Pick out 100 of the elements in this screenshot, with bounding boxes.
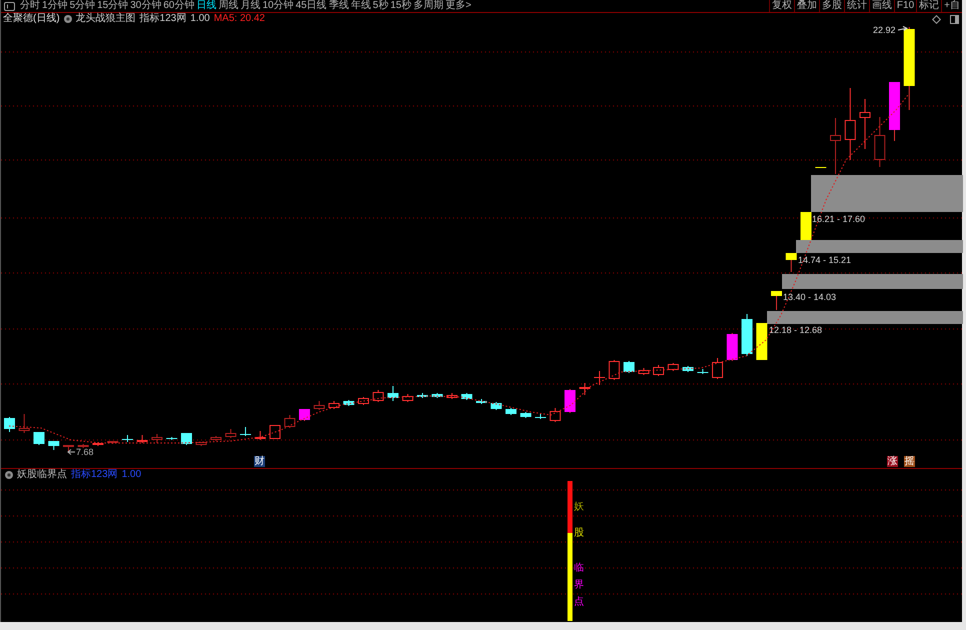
candlestick <box>372 390 384 402</box>
period-tab[interactable]: 5分钟 <box>70 1 96 11</box>
period-tab[interactable]: 10分钟 <box>262 1 294 11</box>
candlestick <box>388 386 398 402</box>
period-tab[interactable]: 45日线 <box>296 1 327 11</box>
chart-title: 全聚德(日线) <box>3 14 60 24</box>
candlestick <box>417 392 428 398</box>
candlestick <box>18 414 30 434</box>
candlestick <box>874 116 886 168</box>
candlestick <box>506 408 516 416</box>
candlestick <box>63 445 74 452</box>
candlestick <box>814 167 827 168</box>
candlestick <box>564 388 576 414</box>
candlestick <box>771 291 782 310</box>
toolbar-button[interactable]: 叠加 <box>794 0 819 12</box>
period-tab[interactable]: 5秒 <box>372 1 388 11</box>
candlestick <box>240 426 252 436</box>
price-zone-label: 12.18 - 12.68 <box>769 325 822 335</box>
candlestick <box>122 434 134 442</box>
candlestick <box>594 370 606 386</box>
candlestick <box>461 392 472 400</box>
toolbar-button[interactable]: 画线 <box>868 0 894 12</box>
indicator-param: 1.00 <box>190 14 210 24</box>
candlestick <box>726 332 738 362</box>
candlestick <box>4 416 15 432</box>
toolbar-button[interactable]: F10 <box>894 0 916 12</box>
signal-character: 临 <box>574 562 584 574</box>
price-zone-label: 14.74 - 15.21 <box>798 255 852 265</box>
price-zone-label: 13.40 - 14.03 <box>783 292 836 302</box>
candlestick <box>476 398 487 404</box>
candlestick <box>107 441 118 444</box>
candlestick <box>682 366 694 372</box>
candlestick <box>608 360 620 380</box>
period-tab[interactable]: 更多> <box>445 1 472 11</box>
period-tab[interactable]: 周线 <box>218 1 238 11</box>
candlestick <box>860 98 870 150</box>
arrow-icon <box>898 26 908 31</box>
candlestick <box>638 368 650 376</box>
candlestick <box>579 382 590 396</box>
candlestick <box>314 400 325 410</box>
candlestick <box>800 212 812 240</box>
settings-icon[interactable] <box>64 15 72 23</box>
candlestick <box>742 314 752 356</box>
toolbar-button[interactable]: +自 <box>941 0 962 12</box>
candlestick <box>830 118 841 174</box>
period-tab[interactable]: 60分钟 <box>163 1 194 11</box>
candlestick <box>284 414 296 428</box>
period-tab[interactable]: 30分钟 <box>130 1 162 11</box>
candlestick <box>34 432 44 446</box>
candlestick <box>668 362 679 372</box>
event-tag[interactable]: 涨 <box>887 456 898 467</box>
diamond-icon[interactable] <box>932 14 941 24</box>
candlestick <box>756 323 768 360</box>
toolbar-button[interactable]: 复权 <box>768 0 794 12</box>
candlestick <box>490 402 502 410</box>
high-price-label: 22.92 <box>873 25 896 35</box>
candlestick <box>432 392 443 398</box>
period-tab[interactable]: 日线 <box>196 1 216 11</box>
toolbar-button[interactable]: 多股 <box>818 0 844 12</box>
candlestick <box>254 430 266 440</box>
indicator-source: 指标123网 <box>140 14 186 24</box>
period-tab[interactable]: 多周期 <box>413 1 444 11</box>
candlestick <box>624 360 634 374</box>
event-tag[interactable]: 财 <box>254 456 265 467</box>
indicator-name: 龙头战狼主图 <box>76 14 136 24</box>
candlestick <box>446 392 458 400</box>
period-tab[interactable]: 月线 <box>240 1 260 11</box>
event-tag[interactable]: 摇 <box>904 456 915 467</box>
period-tab[interactable]: 季线 <box>328 1 349 11</box>
candlestick <box>196 442 207 446</box>
candlestick <box>786 253 797 272</box>
panel-toggle-icon[interactable] <box>950 14 959 24</box>
candlestick <box>225 428 236 438</box>
candlestick <box>534 414 546 420</box>
candlestick <box>358 396 369 406</box>
low-price-label: 7.68 <box>76 447 94 457</box>
settings-icon[interactable] <box>5 471 13 479</box>
candlestick <box>520 412 532 418</box>
period-tab[interactable]: 15分钟 <box>97 1 128 11</box>
panel-icon[interactable] <box>4 2 15 10</box>
period-tab[interactable]: 15秒 <box>390 1 412 11</box>
signal-character: 股 <box>574 528 584 538</box>
arrow-icon <box>67 449 76 455</box>
period-tab[interactable]: 1分钟 <box>42 1 68 11</box>
candlestick <box>166 436 178 440</box>
candlestick <box>181 433 192 446</box>
candlestick <box>402 394 414 402</box>
period-tab[interactable]: 年线 <box>350 1 371 11</box>
candlestick <box>210 436 222 442</box>
candlestick <box>299 409 310 422</box>
candlestick <box>152 434 162 444</box>
ma-value: MA5: 20.42 <box>214 14 265 24</box>
price-zone-label: 16.21 - 17.60 <box>812 214 866 224</box>
signal-character: 妖 <box>574 502 584 512</box>
period-tab[interactable]: 分时 <box>20 1 40 11</box>
signal-character: 点 <box>574 596 584 608</box>
candlestick <box>343 400 354 406</box>
toolbar-button[interactable]: 标记 <box>916 0 942 12</box>
candlestick <box>550 408 561 422</box>
candlestick <box>653 364 664 376</box>
